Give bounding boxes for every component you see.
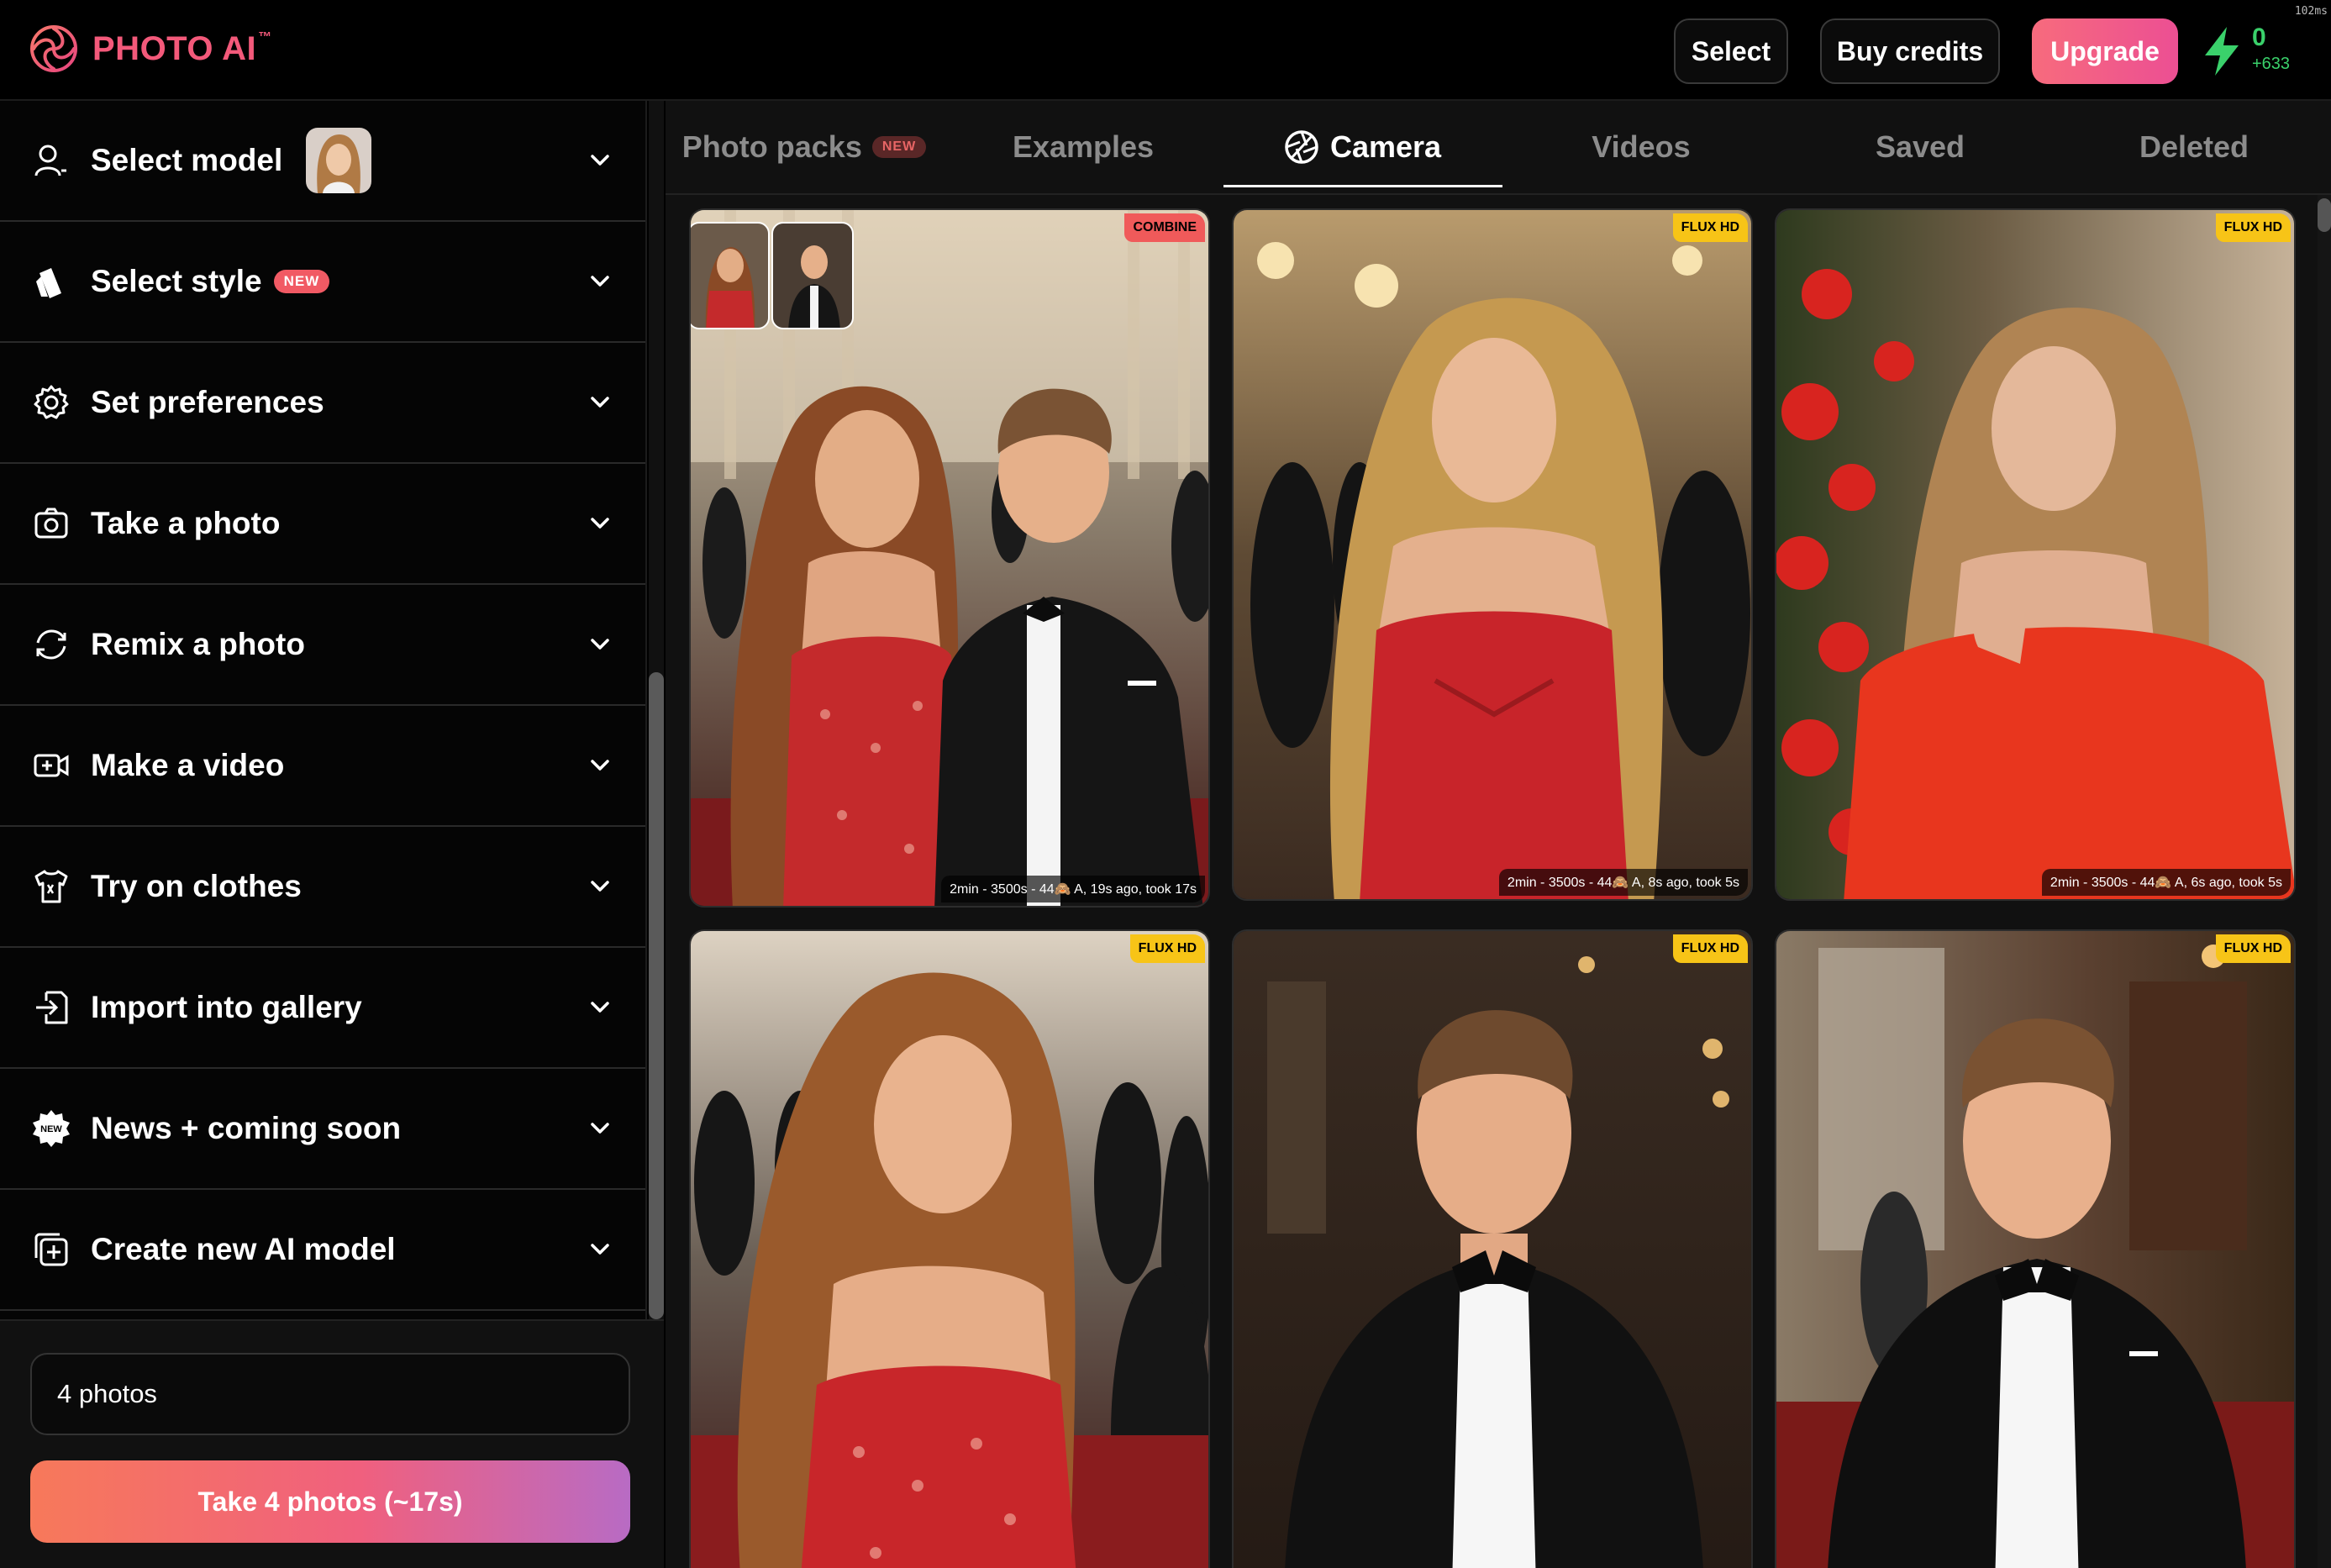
sidebar-item-label: Create new AI model xyxy=(91,1232,396,1266)
sidebar-item-label: Take a photo xyxy=(91,506,281,540)
chevron-down-icon xyxy=(591,155,609,166)
sidebar-item-label: Make a video xyxy=(91,748,285,782)
tab-examples[interactable]: Examples xyxy=(945,101,1222,193)
new-badge: NEW xyxy=(871,136,927,158)
sidebar-scrollbar-thumb[interactable] xyxy=(649,672,664,1319)
photo-man-tuxedo-bowtie xyxy=(1776,931,2294,1568)
chevron-down-icon xyxy=(591,276,609,287)
photo-woman-red-slip-dress xyxy=(1234,210,1751,899)
sidebar-item-label: Select model xyxy=(91,128,372,193)
credits-counter[interactable]: 0 +633 xyxy=(2252,24,2291,73)
card-tag: COMBINE xyxy=(1124,213,1205,242)
sidebar-item-select-style[interactable]: Select style NEW xyxy=(0,222,645,343)
active-tab-indicator xyxy=(1223,185,1502,187)
gallery-photo-card[interactable]: FLUX HD xyxy=(1775,929,2296,1568)
gallery-scrollbar[interactable] xyxy=(2318,195,2331,1568)
card-tag: FLUX HD xyxy=(2215,213,2291,242)
chevron-down-icon xyxy=(591,639,609,650)
card-tag: FLUX HD xyxy=(1129,934,1205,963)
debug-timing: 102ms xyxy=(2294,5,2328,18)
take-photos-button[interactable]: Take 4 photos (~17s) xyxy=(30,1460,630,1543)
sidebar-item-label: News + coming soon xyxy=(91,1111,402,1145)
sidebar-item-create-new-ai-model[interactable]: Create new AI model xyxy=(0,1190,645,1311)
source-thumbnail-woman[interactable] xyxy=(691,222,770,329)
style-icon xyxy=(30,260,72,303)
sidebar-item-news[interactable]: NEW News + coming soon xyxy=(0,1069,645,1190)
svg-text:NEW: NEW xyxy=(40,1124,62,1134)
tab-bar: Photo packs NEW Examples Camera Videos S… xyxy=(666,101,2331,195)
chevron-down-icon xyxy=(591,1123,609,1134)
logo-swirl-icon xyxy=(30,25,77,72)
remix-icon xyxy=(30,624,72,666)
tab-photo-packs[interactable]: Photo packs NEW xyxy=(666,101,943,193)
tab-deleted[interactable]: Deleted xyxy=(2060,101,2328,193)
card-tag: FLUX HD xyxy=(2215,934,2291,963)
photos-count-select[interactable]: 4 photos xyxy=(30,1353,630,1435)
video-icon xyxy=(30,745,72,787)
sidebar-item-import-into-gallery[interactable]: Import into gallery xyxy=(0,948,645,1069)
sidebar-item-label: Try on clothes xyxy=(91,869,302,903)
sidebar-item-take-a-photo[interactable]: Take a photo xyxy=(0,464,645,585)
lightning-icon xyxy=(2205,27,2239,76)
new-badge-icon: NEW xyxy=(30,1108,72,1150)
camera-aperture-icon xyxy=(1285,130,1318,164)
sidebar-item-label: Import into gallery xyxy=(91,990,362,1024)
card-tag: FLUX HD xyxy=(1672,213,1748,242)
buy-credits-button[interactable]: Buy credits xyxy=(1820,18,2000,84)
sidebar-item-label: Remix a photo xyxy=(91,627,305,661)
sidebar-item-label: Select style NEW xyxy=(91,264,330,299)
logo[interactable]: PHOTO AI ™ xyxy=(29,24,272,74)
chevron-down-icon xyxy=(591,518,609,529)
sidebar-item-set-preferences[interactable]: Set preferences xyxy=(0,343,645,464)
credits-delta: +633 xyxy=(2252,55,2291,73)
sidebar-item-try-on-clothes[interactable]: Try on clothes xyxy=(0,827,645,948)
sidebar-item-make-a-video[interactable]: Make a video xyxy=(0,706,645,827)
chevron-down-icon xyxy=(591,1002,609,1013)
gallery-photo-card[interactable]: FLUX HD 2min - 3500s - 44🙈 A, 6s ago, to… xyxy=(1775,208,2296,901)
new-badge: NEW xyxy=(273,270,330,293)
select-button[interactable]: Select xyxy=(1674,18,1788,84)
model-avatar[interactable] xyxy=(306,128,372,193)
gallery-photo-card[interactable]: COMBINE 2min - 3500s - 44🙈 A, 19s ago, t… xyxy=(689,208,1210,908)
photo-woman-red-offshoulder-dress xyxy=(1776,210,2294,899)
source-thumbnail-man[interactable] xyxy=(771,222,854,329)
gallery-scrollbar-thumb[interactable] xyxy=(2318,198,2331,232)
card-caption: 2min - 3500s - 44🙈 A, 19s ago, took 17s xyxy=(941,876,1205,902)
gear-icon xyxy=(30,381,72,424)
sidebar-item-label: Set preferences xyxy=(91,385,324,419)
tab-saved[interactable]: Saved xyxy=(1781,101,2059,193)
import-icon xyxy=(30,987,72,1029)
card-tag: FLUX HD xyxy=(1672,934,1748,963)
gallery-photo-card[interactable]: FLUX HD xyxy=(1232,929,1753,1568)
upgrade-button[interactable]: Upgrade xyxy=(2032,18,2178,84)
photo-man-black-tuxedo xyxy=(1234,931,1751,1568)
chevron-down-icon xyxy=(591,397,609,408)
brand-name: PHOTO AI ™ xyxy=(92,29,272,67)
chevron-down-icon xyxy=(591,1244,609,1255)
camera-icon xyxy=(30,502,72,545)
gallery-photo-card[interactable]: FLUX HD 2min - 3500s - 44🙈 A, 8s ago, to… xyxy=(1232,208,1753,901)
top-header: PHOTO AI ™ Select Buy credits Upgrade 0 +… xyxy=(0,0,2331,101)
gallery-photo-card[interactable]: FLUX HD xyxy=(689,929,1210,1568)
card-caption: 2min - 3500s - 44🙈 A, 6s ago, took 5s xyxy=(2041,869,2291,896)
tab-videos[interactable]: Videos xyxy=(1502,101,1780,193)
shirt-icon xyxy=(30,866,72,908)
sidebar-item-select-model[interactable]: Select model xyxy=(0,101,645,222)
add-model-icon xyxy=(30,1229,72,1271)
tab-camera[interactable]: Camera xyxy=(1223,101,1501,193)
sidebar-item-remix-a-photo[interactable]: Remix a photo xyxy=(0,585,645,706)
photo-woman-red-strapless-dress xyxy=(691,931,1208,1568)
card-caption: 2min - 3500s - 44🙈 A, 8s ago, took 5s xyxy=(1498,869,1748,896)
chevron-down-icon xyxy=(591,881,609,892)
user-icon xyxy=(30,139,72,182)
chevron-down-icon xyxy=(591,760,609,771)
credits-balance: 0 xyxy=(2252,24,2266,51)
